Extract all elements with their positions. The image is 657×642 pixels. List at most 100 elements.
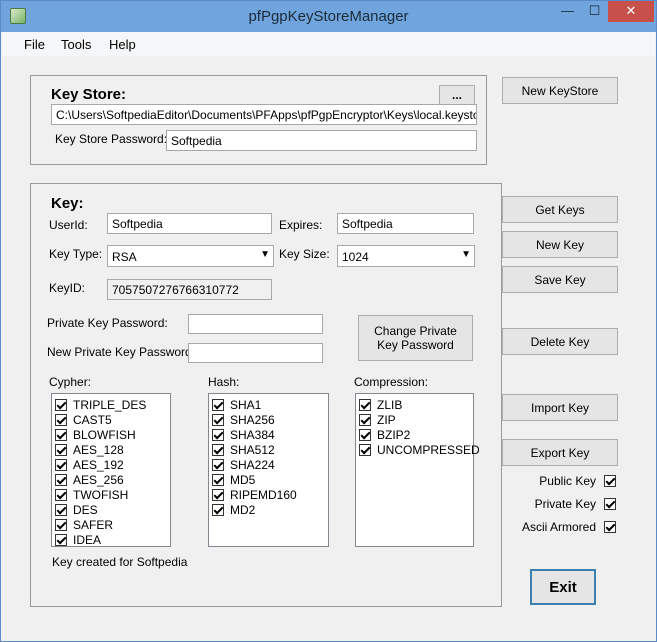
userid-label: UserId:	[49, 218, 88, 232]
checkbox[interactable]	[55, 518, 67, 531]
list-item[interactable]: TRIPLE_DES	[52, 397, 170, 412]
list-item[interactable]: MD5	[209, 472, 328, 487]
key-group: Key: UserId: Softpedia Expires: Softpedi…	[30, 183, 502, 607]
public-key-checkbox[interactable]	[604, 475, 616, 487]
title-bar[interactable]: pfPgpKeyStoreManager — ☐ ✕	[1, 1, 656, 32]
checkbox[interactable]	[212, 488, 224, 501]
import-key-button[interactable]: Import Key	[502, 394, 618, 421]
list-item[interactable]: CAST5	[52, 412, 170, 427]
list-item[interactable]: IDEA	[52, 532, 170, 547]
checkbox[interactable]	[55, 473, 67, 486]
list-item[interactable]: SAFER	[52, 517, 170, 532]
list-item[interactable]: DES	[52, 502, 170, 517]
change-private-password-button[interactable]: Change Private Key Password	[358, 315, 473, 361]
list-item[interactable]: SHA224	[209, 457, 328, 472]
list-item[interactable]: UNCOMPRESSED	[356, 442, 480, 457]
list-item[interactable]: RIPEMD160	[209, 487, 328, 502]
keysize-label: Key Size:	[279, 247, 330, 261]
new-private-password-label: New Private Key Password:	[47, 345, 196, 359]
keystore-group: Key Store: ... C:\Users\SoftpediaEditor\…	[30, 75, 487, 165]
list-item[interactable]: SHA1	[209, 397, 328, 412]
list-item[interactable]: TWOFISH	[52, 487, 170, 502]
hash-list[interactable]: SHA1 SHA256 SHA384 SHA512 SHA224 MD5 RIP…	[208, 393, 329, 547]
list-item[interactable]: ZLIB	[356, 397, 473, 412]
menu-bar: File Tools Help	[2, 32, 655, 56]
expires-label: Expires:	[279, 218, 323, 232]
maximize-button[interactable]: ☐	[581, 1, 608, 22]
checkbox[interactable]	[212, 473, 224, 486]
keyid-field: 7057507276766310772	[107, 279, 272, 300]
list-item[interactable]: BZIP2	[356, 427, 473, 442]
minimize-button[interactable]: —	[554, 1, 581, 22]
private-key-option[interactable]: Private Key	[535, 497, 616, 511]
compression-list[interactable]: ZLIB ZIP BZIP2 UNCOMPRESSED	[355, 393, 480, 547]
checkbox[interactable]	[55, 428, 67, 441]
list-item[interactable]: AES_128	[52, 442, 170, 457]
private-key-checkbox[interactable]	[604, 498, 616, 510]
keysize-value: 1024	[342, 250, 369, 264]
new-keystore-button[interactable]: New KeyStore	[502, 77, 618, 104]
export-key-button[interactable]: Export Key	[502, 439, 618, 466]
keysize-select[interactable]: 1024 ▼	[337, 245, 475, 267]
save-key-button[interactable]: Save Key	[502, 266, 618, 293]
checkbox[interactable]	[55, 458, 67, 471]
checkbox[interactable]	[55, 443, 67, 456]
exit-button[interactable]: Exit	[530, 569, 596, 605]
list-item[interactable]: SHA384	[209, 427, 328, 442]
checkbox[interactable]	[359, 413, 371, 426]
private-key-label: Private Key	[534, 497, 596, 511]
list-item[interactable]: SHA512	[209, 442, 328, 457]
close-button[interactable]: ✕	[608, 1, 654, 22]
ascii-armored-option[interactable]: Ascii Armored	[522, 520, 616, 534]
menu-tools[interactable]: Tools	[61, 37, 91, 52]
checkbox[interactable]	[212, 503, 224, 516]
chevron-down-icon: ▼	[260, 249, 270, 260]
menu-help[interactable]: Help	[109, 37, 136, 52]
checkbox[interactable]	[212, 413, 224, 426]
list-item[interactable]: SHA256	[209, 412, 328, 427]
checkbox[interactable]	[212, 428, 224, 441]
checkbox[interactable]	[212, 458, 224, 471]
checkbox[interactable]	[55, 533, 67, 546]
checkbox[interactable]	[359, 428, 371, 441]
list-item[interactable]: AES_192	[52, 457, 170, 472]
delete-key-button[interactable]: Delete Key	[502, 328, 618, 355]
checkbox[interactable]	[212, 443, 224, 456]
checkbox[interactable]	[55, 503, 67, 516]
expires-input[interactable]: Softpedia	[337, 213, 474, 234]
private-password-input[interactable]	[188, 314, 323, 334]
cypher-list[interactable]: TRIPLE_DES CAST5 BLOWFISH AES_128 AES_19…	[51, 393, 171, 547]
keytype-select[interactable]: RSA ▼	[107, 245, 274, 267]
list-item[interactable]: AES_256	[52, 472, 170, 487]
checkbox[interactable]	[55, 398, 67, 411]
main-window: pfPgpKeyStoreManager — ☐ ✕ File Tools He…	[0, 0, 657, 642]
key-title: Key:	[51, 195, 84, 212]
menu-file[interactable]: File	[24, 37, 45, 52]
checkbox[interactable]	[55, 413, 67, 426]
checkbox[interactable]	[359, 443, 371, 456]
userid-input[interactable]: Softpedia	[107, 213, 272, 234]
checkbox[interactable]	[55, 488, 67, 501]
hash-label: Hash:	[208, 375, 240, 389]
get-keys-button[interactable]: Get Keys	[502, 196, 618, 223]
cypher-label: Cypher:	[49, 375, 92, 389]
status-text: Key created for Softpedia	[52, 555, 188, 569]
chevron-down-icon: ▼	[461, 249, 471, 260]
new-key-button[interactable]: New Key	[502, 231, 618, 258]
public-key-option[interactable]: Public Key	[539, 474, 616, 488]
checkbox[interactable]	[212, 398, 224, 411]
list-item[interactable]: BLOWFISH	[52, 427, 170, 442]
ascii-armored-checkbox[interactable]	[604, 521, 616, 533]
checkbox[interactable]	[359, 398, 371, 411]
keytype-value: RSA	[112, 250, 137, 264]
new-private-password-input[interactable]	[188, 343, 323, 363]
keystore-path-input[interactable]: C:\Users\SoftpediaEditor\Documents\PFApp…	[51, 104, 477, 125]
compression-label: Compression:	[354, 375, 429, 389]
list-item[interactable]: ZIP	[356, 412, 473, 427]
browse-keystore-button[interactable]: ...	[439, 85, 475, 105]
list-item[interactable]: MD2	[209, 502, 328, 517]
public-key-label: Public Key	[539, 474, 596, 488]
keystore-password-input[interactable]: Softpedia	[166, 130, 477, 151]
keystore-password-label: Key Store Password:	[55, 132, 168, 146]
keyid-label: KeyID:	[49, 281, 86, 295]
